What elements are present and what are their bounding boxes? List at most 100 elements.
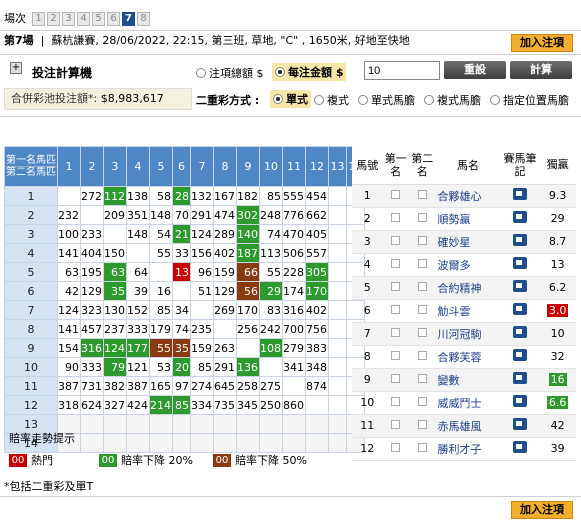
reset-button[interactable]: 重設 xyxy=(444,61,506,79)
horse-name[interactable]: 合夥雄心 xyxy=(435,184,501,208)
grid-cell[interactable]: 557 xyxy=(305,243,329,263)
second-place-checkbox[interactable] xyxy=(417,190,427,199)
form-notes-icon[interactable] xyxy=(512,372,527,384)
grid-cell[interactable]: 731 xyxy=(80,376,104,396)
grid-cell[interactable]: 85 xyxy=(149,300,173,320)
grid-cell[interactable]: 316 xyxy=(80,338,104,358)
horse-name[interactable]: 觔斗雲 xyxy=(435,299,501,323)
race-tab-3[interactable]: 3 xyxy=(62,11,75,26)
grid-cell[interactable]: 174 xyxy=(282,281,306,301)
grid-cell[interactable]: 555 xyxy=(282,186,306,206)
grid-cell[interactable]: 735 xyxy=(213,395,237,415)
grid-cell[interactable]: 96 xyxy=(190,262,214,282)
grid-cell[interactable]: 148 xyxy=(149,205,173,225)
grid-cell[interactable]: 776 xyxy=(282,205,306,225)
first-place-checkbox[interactable] xyxy=(391,236,401,245)
grid-cell[interactable]: 121 xyxy=(126,357,150,377)
grid-cell[interactable]: 55 xyxy=(149,243,173,263)
add-bet-button-bottom[interactable]: 加入注項 xyxy=(511,501,573,519)
grid-cell[interactable]: 402 xyxy=(305,300,329,320)
grid-cell[interactable]: 129 xyxy=(80,281,104,301)
form-notes-icon[interactable] xyxy=(512,211,527,223)
grid-cell[interactable]: 177 xyxy=(126,338,150,358)
grid-cell[interactable]: 351 xyxy=(126,205,150,225)
race-tab-5[interactable]: 5 xyxy=(92,11,105,26)
grid-cell[interactable]: 402 xyxy=(213,243,237,263)
radio-icon[interactable] xyxy=(424,95,434,105)
grid-cell[interactable]: 85 xyxy=(190,357,214,377)
grid-cell[interactable]: 85 xyxy=(259,186,283,206)
grid-cell[interactable]: 228 xyxy=(282,262,306,282)
grid-cell[interactable]: 83 xyxy=(259,300,283,320)
grid-cell[interactable]: 209 xyxy=(103,205,127,225)
grid-cell[interactable]: 124 xyxy=(57,300,81,320)
grid-cell[interactable]: 66 xyxy=(236,262,260,282)
amount-input[interactable] xyxy=(364,61,440,80)
horse-name[interactable]: 川河冠駒 xyxy=(435,322,501,346)
grid-cell[interactable]: 64 xyxy=(126,262,150,282)
grid-cell[interactable]: 112 xyxy=(103,186,127,206)
type-option-multiple[interactable]: 複式 xyxy=(314,92,349,108)
grid-cell[interactable]: 63 xyxy=(57,262,81,282)
grid-cell[interactable]: 55 xyxy=(259,262,283,282)
second-place-checkbox[interactable] xyxy=(417,397,427,406)
first-place-checkbox[interactable] xyxy=(391,190,401,199)
grid-cell[interactable]: 58 xyxy=(149,186,173,206)
type-option-position-banker[interactable]: 指定位置馬膽 xyxy=(490,92,569,108)
grid-cell[interactable]: 756 xyxy=(305,319,329,339)
grid-cell[interactable]: 474 xyxy=(213,205,237,225)
horse-name[interactable]: 勝利才子 xyxy=(435,437,501,461)
grid-cell[interactable]: 85 xyxy=(172,395,191,415)
grid-cell[interactable]: 28 xyxy=(172,186,191,206)
compute-button[interactable]: 計算 xyxy=(510,61,572,79)
grid-cell[interactable]: 327 xyxy=(103,395,127,415)
second-place-checkbox[interactable] xyxy=(417,213,427,222)
radio-selected-icon[interactable] xyxy=(275,67,285,77)
grid-cell[interactable]: 150 xyxy=(103,243,127,263)
grid-cell[interactable]: 387 xyxy=(126,376,150,396)
grid-cell[interactable]: 21 xyxy=(172,224,191,244)
grid-cell[interactable]: 170 xyxy=(236,300,260,320)
race-tab-1[interactable]: 1 xyxy=(32,11,45,26)
grid-cell[interactable]: 16 xyxy=(149,281,173,301)
grid-cell[interactable]: 214 xyxy=(149,395,173,415)
form-notes-icon[interactable] xyxy=(512,234,527,246)
grid-cell[interactable]: 235 xyxy=(190,319,214,339)
form-notes-icon[interactable] xyxy=(512,349,527,361)
first-place-checkbox[interactable] xyxy=(391,305,401,314)
second-place-checkbox[interactable] xyxy=(417,305,427,314)
grid-cell[interactable]: 35 xyxy=(103,281,127,301)
grid-cell[interactable]: 383 xyxy=(305,338,329,358)
grid-cell[interactable]: 63 xyxy=(103,262,127,282)
grid-cell[interactable]: 100 xyxy=(57,224,81,244)
grid-cell[interactable]: 382 xyxy=(103,376,127,396)
grid-cell[interactable]: 291 xyxy=(190,205,214,225)
grid-cell[interactable]: 129 xyxy=(213,281,237,301)
grid-cell[interactable]: 167 xyxy=(213,186,237,206)
grid-cell[interactable]: 13 xyxy=(172,262,191,282)
form-notes-icon[interactable] xyxy=(512,257,527,269)
grid-cell[interactable]: 187 xyxy=(236,243,260,263)
grid-cell[interactable]: 302 xyxy=(236,205,260,225)
type-option-single[interactable]: 單式 xyxy=(270,90,311,108)
grid-cell[interactable]: 34 xyxy=(172,300,191,320)
grid-cell[interactable]: 141 xyxy=(57,319,81,339)
grid-cell[interactable]: 275 xyxy=(259,376,283,396)
grid-cell[interactable]: 700 xyxy=(282,319,306,339)
grid-cell[interactable]: 179 xyxy=(149,319,173,339)
first-place-checkbox[interactable] xyxy=(391,443,401,452)
grid-cell[interactable]: 74 xyxy=(172,319,191,339)
grid-cell[interactable]: 334 xyxy=(190,395,214,415)
grid-cell[interactable]: 242 xyxy=(259,319,283,339)
grid-cell[interactable]: 53 xyxy=(149,357,173,377)
grid-cell[interactable]: 874 xyxy=(305,376,329,396)
grid-cell[interactable]: 233 xyxy=(80,224,104,244)
grid-cell[interactable]: 74 xyxy=(259,224,283,244)
grid-cell[interactable]: 424 xyxy=(126,395,150,415)
grid-cell[interactable]: 136 xyxy=(236,357,260,377)
grid-cell[interactable]: 272 xyxy=(80,186,104,206)
grid-cell[interactable]: 54 xyxy=(149,224,173,244)
grid-cell[interactable]: 305 xyxy=(305,262,329,282)
radio-icon[interactable] xyxy=(358,95,368,105)
second-place-checkbox[interactable] xyxy=(417,259,427,268)
